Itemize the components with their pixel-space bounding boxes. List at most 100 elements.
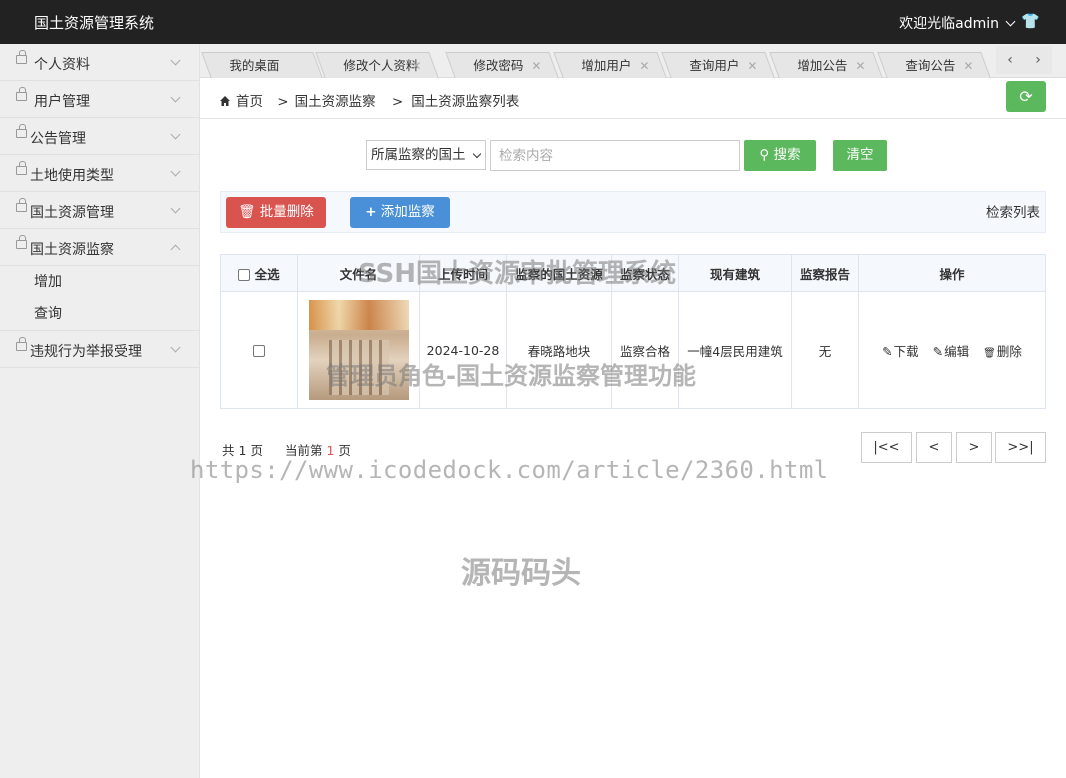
clear-button[interactable]: 清空: [833, 140, 887, 171]
delete-link[interactable]: 🗑删除: [983, 341, 1022, 360]
tab-prev-button[interactable]: ‹: [996, 46, 1024, 74]
tab-label: 查询公告: [905, 58, 956, 73]
sidebar-item-label: 用户管理: [34, 94, 90, 110]
table-header-row: 全选 文件名 上传时间 监察的国土资源 监察状态 现有建筑 监察报告 操作: [220, 254, 1046, 292]
upload-time-cell: 2024-10-28: [419, 291, 507, 409]
batch-delete-label: 批量删除: [259, 204, 314, 220]
chevron-down-icon: [170, 92, 181, 103]
pager-total: 1: [238, 443, 247, 458]
tab-desktop[interactable]: 我的桌面: [201, 52, 323, 78]
close-icon[interactable]: ✕: [855, 53, 865, 79]
tab-next-button[interactable]: ›: [1024, 46, 1052, 74]
sidebar-item-label: 国土资源管理: [30, 205, 114, 221]
select-all-checkbox[interactable]: [238, 269, 251, 281]
close-icon[interactable]: ✕: [411, 53, 421, 79]
last-page-button[interactable]: >>|: [995, 432, 1046, 463]
search-field-select[interactable]: 所属监察的国土: [366, 140, 486, 170]
tab-change-password[interactable]: 修改密码 ✕: [445, 52, 559, 79]
sidebar-item-label: 公告管理: [30, 131, 86, 147]
tab-add-user[interactable]: 增加用户 ✕: [553, 52, 667, 79]
user-menu[interactable]: 欢迎光临admin: [899, 13, 1016, 33]
pencil-icon: ✎: [882, 343, 893, 359]
lock-icon: [16, 50, 27, 64]
search-input[interactable]: [490, 140, 740, 171]
chevron-down-icon: [170, 166, 181, 177]
breadcrumb-level1[interactable]: 国土资源监察: [295, 94, 376, 110]
search-select-value: 所属监察的国土: [371, 147, 466, 163]
sidebar-item-violations[interactable]: 违规行为举报受理: [0, 331, 199, 368]
row-select-cell: [220, 291, 298, 409]
download-link[interactable]: ✎下载: [882, 341, 919, 360]
breadcrumb-sep: >: [277, 94, 289, 110]
tab-label: 增加用户: [581, 58, 632, 73]
add-inspection-button[interactable]: + 添加监察: [350, 197, 450, 228]
skin-icon[interactable]: 👕: [1021, 12, 1040, 30]
lock-icon: [16, 161, 27, 175]
sidebar-subitem-add[interactable]: 增加: [0, 266, 199, 298]
close-icon[interactable]: ✕: [963, 53, 973, 79]
chevron-down-icon: [472, 149, 482, 159]
search-button-label: 搜索: [773, 147, 801, 163]
sidebar: 个人资料 用户管理 公告管理 土地使用类型 国土资源管理 国土资源监察 增加 查…: [0, 44, 200, 778]
breadcrumb-level2: 国土资源监察列表: [411, 94, 520, 110]
refresh-button[interactable]: ⟳: [1006, 81, 1046, 112]
close-icon[interactable]: ✕: [639, 53, 649, 79]
sidebar-item-label: 违规行为举报受理: [30, 344, 142, 360]
tab-label: 修改个人资料: [343, 58, 419, 73]
column-header: 全选: [254, 266, 280, 282]
pencil-icon: ✎: [932, 343, 944, 359]
breadcrumb-home[interactable]: 首页: [236, 94, 263, 110]
list-title: 检索列表: [986, 205, 1040, 221]
search-button[interactable]: ⚲ 搜索: [744, 140, 816, 171]
lock-icon: [16, 235, 27, 249]
pager-info: 共 1 页 当前第 1 页: [222, 440, 351, 459]
batch-delete-button[interactable]: 🗑 批量删除: [226, 197, 326, 228]
next-page-button[interactable]: >: [956, 432, 992, 463]
tab-edit-profile[interactable]: 修改个人资料 ✕: [315, 52, 439, 79]
lock-icon: [16, 124, 27, 138]
welcome-text: 欢迎光临admin: [899, 16, 999, 32]
chevron-down-icon: [170, 129, 181, 140]
trash-icon: 🗑: [983, 347, 996, 359]
sidebar-item-users[interactable]: 用户管理: [0, 81, 199, 118]
chevron-up-icon: [170, 244, 181, 255]
column-header: 监察的国土资源: [506, 254, 612, 292]
first-page-button[interactable]: |<<: [861, 432, 912, 463]
tab-add-notice[interactable]: 增加公告 ✕: [769, 52, 883, 79]
column-header: 文件名: [297, 254, 420, 292]
prev-page-button[interactable]: <: [916, 432, 952, 463]
resource-cell: 春晓路地块: [506, 291, 612, 409]
sidebar-subitem-query[interactable]: 查询: [0, 298, 199, 330]
close-icon[interactable]: ✕: [747, 53, 757, 79]
building-cell: 一幢4层民用建筑: [678, 291, 792, 409]
chevron-down-icon: [1005, 16, 1016, 27]
sidebar-item-profile[interactable]: 个人资料: [0, 44, 199, 81]
column-header: 监察报告: [791, 254, 859, 292]
row-checkbox[interactable]: [253, 345, 265, 357]
sidebar-item-inspection[interactable]: 国土资源监察: [0, 229, 199, 266]
tab-query-user[interactable]: 查询用户 ✕: [661, 52, 775, 79]
sidebar-item-land-types[interactable]: 土地使用类型: [0, 155, 199, 192]
top-bar: 国土资源管理系统 欢迎光临admin 👕: [0, 0, 1066, 44]
plus-icon: +: [365, 204, 377, 220]
column-header: 监察状态: [611, 254, 679, 292]
list-toolbar: 🗑 批量删除 + 添加监察 检索列表: [220, 191, 1046, 233]
breadcrumb: 首页 > 国土资源监察 > 国土资源监察列表: [220, 90, 519, 110]
select-all-header[interactable]: 全选: [220, 254, 298, 292]
tab-bar: 我的桌面 修改个人资料 ✕ 修改密码 ✕ 增加用户 ✕ 查询用户 ✕ 增加公告 ✕ 查询公…: [200, 44, 1066, 78]
divider: [200, 118, 1066, 119]
tab-query-notice[interactable]: 查询公告 ✕: [877, 52, 991, 79]
pager-current: 1: [326, 443, 335, 458]
close-icon[interactable]: ✕: [531, 53, 541, 79]
download-label: 下载: [893, 343, 919, 359]
refresh-icon: ⟳: [1019, 87, 1033, 106]
search-icon: ⚲: [759, 147, 770, 163]
file-thumbnail[interactable]: [308, 300, 409, 400]
sidebar-item-notices[interactable]: 公告管理: [0, 118, 199, 155]
home-icon: [220, 96, 230, 106]
delete-label: 删除: [996, 343, 1022, 359]
sidebar-item-resources[interactable]: 国土资源管理: [0, 192, 199, 229]
edit-link[interactable]: ✎编辑: [933, 341, 970, 360]
edit-label: 编辑: [944, 343, 970, 359]
chevron-down-icon: [170, 203, 181, 214]
